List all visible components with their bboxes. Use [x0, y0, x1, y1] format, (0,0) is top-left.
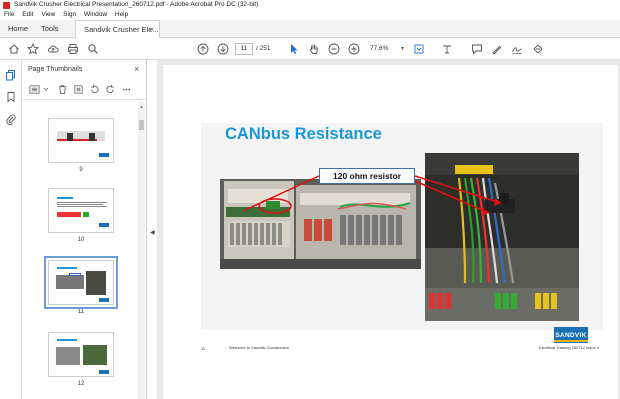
thumbnail-number: 12	[77, 381, 85, 387]
hand-icon[interactable]	[307, 42, 321, 56]
tab-bar: Home Tools Sandvik Crusher Ele... ×	[0, 20, 620, 38]
home-icon[interactable]	[7, 42, 21, 56]
rotate-left-icon[interactable]	[88, 83, 100, 95]
thumbnail-image	[48, 118, 114, 163]
upload-icon[interactable]	[46, 42, 60, 56]
scrollbar-thumb[interactable]	[139, 120, 144, 130]
tab-tools[interactable]: Tools	[41, 20, 59, 38]
pdf-page: CANbus Resistance 120 ohm resistor SANDV…	[163, 65, 618, 399]
tab-document[interactable]: Sandvik Crusher Ele... ×	[75, 20, 160, 38]
menu-window[interactable]: Window	[81, 10, 110, 20]
rotate-right-icon[interactable]	[104, 83, 116, 95]
bookmark-icon[interactable]	[4, 90, 18, 104]
logo-text: SANDVIK	[555, 331, 587, 339]
insert-page-icon[interactable]	[72, 83, 84, 95]
text-select-icon[interactable]	[440, 42, 454, 56]
chevron-down-icon[interactable]	[40, 83, 52, 95]
thumbnail-page-9[interactable]: 9	[47, 118, 115, 173]
chevron-down-icon[interactable]: ▾	[401, 43, 404, 55]
thumbnail-number: 10	[77, 237, 85, 243]
thumbnail-page-11[interactable]: 11	[44, 256, 118, 315]
left-rail	[0, 60, 22, 399]
menu-bar: File Edit View Sign Window Help	[0, 10, 620, 20]
page-thumbnails-icon[interactable]	[4, 68, 18, 82]
thumbnail-image	[48, 332, 114, 377]
prev-page-icon[interactable]	[196, 42, 210, 56]
panel-title: Page Thumbnails	[28, 66, 83, 73]
highlight-icon[interactable]	[490, 42, 504, 56]
menu-help[interactable]: Help	[112, 10, 131, 20]
title-bar: Sandvik Crusher Electrical Presentation_…	[0, 0, 620, 10]
slide-footer-left: Welcome to Sandvik Construction	[229, 345, 289, 350]
select-cursor-icon[interactable]	[287, 42, 301, 56]
search-icon[interactable]	[86, 42, 100, 56]
page-number-input[interactable]: 11	[235, 43, 253, 55]
close-tab-icon[interactable]: ×	[149, 21, 154, 38]
page-total: / 251	[256, 45, 271, 52]
document-viewer[interactable]: CANbus Resistance 120 ohm resistor SANDV…	[157, 60, 620, 399]
thumbnail-number: 9	[79, 167, 83, 173]
share-icon[interactable]	[531, 42, 545, 56]
slide-footer-right: Electrical Training 260712 Issue 0	[539, 345, 600, 350]
thumbnail-image	[48, 188, 114, 233]
logo-accent	[554, 340, 588, 342]
sign-icon[interactable]	[510, 42, 524, 56]
thumbnail-page-12[interactable]: 12	[47, 332, 115, 387]
attachment-icon[interactable]	[4, 112, 18, 126]
star-icon[interactable]	[26, 42, 40, 56]
tab-home[interactable]: Home	[8, 20, 28, 38]
window-title: Sandvik Crusher Electrical Presentation_…	[14, 1, 259, 8]
zoom-level: 77.6%	[370, 45, 389, 52]
menu-sign[interactable]: Sign	[60, 10, 79, 20]
thumbnail-image	[44, 256, 118, 309]
panel-toolbar	[22, 78, 146, 100]
acrobat-icon	[3, 1, 10, 9]
toolbar: 11 / 251 77.6% ▾	[0, 38, 620, 60]
thumbnail-page-10[interactable]: 10	[47, 188, 115, 243]
thumbnail-number: 11	[77, 309, 85, 315]
fit-page-icon[interactable]	[412, 42, 426, 56]
thumbnail-panel: Page Thumbnails × 9 10 11 12 ▲	[22, 60, 147, 399]
close-icon[interactable]: ×	[134, 64, 139, 74]
tab-document-label: Sandvik Crusher Ele...	[84, 25, 159, 34]
delete-page-icon[interactable]	[56, 83, 68, 95]
scroll-up-icon[interactable]: ▲	[139, 104, 144, 110]
zoom-level-field[interactable]: 77.6% ▾	[370, 43, 404, 55]
next-page-icon[interactable]	[216, 42, 230, 56]
resistor-callout: 120 ohm resistor	[319, 168, 415, 184]
thumbnail-scrollbar[interactable]: ▲	[138, 102, 145, 399]
collapse-panel-icon[interactable]: ◀	[150, 229, 155, 236]
zoom-out-icon[interactable]	[327, 42, 341, 56]
menu-view[interactable]: View	[38, 10, 58, 20]
thumbnail-options-icon[interactable]	[28, 83, 40, 95]
slide-page-number: 11	[201, 346, 206, 351]
menu-edit[interactable]: Edit	[19, 10, 36, 20]
print-icon[interactable]	[66, 42, 80, 56]
zoom-in-icon[interactable]	[347, 42, 361, 56]
more-options-icon[interactable]	[120, 83, 132, 95]
menu-file[interactable]: File	[0, 10, 17, 20]
comment-icon[interactable]	[470, 42, 484, 56]
